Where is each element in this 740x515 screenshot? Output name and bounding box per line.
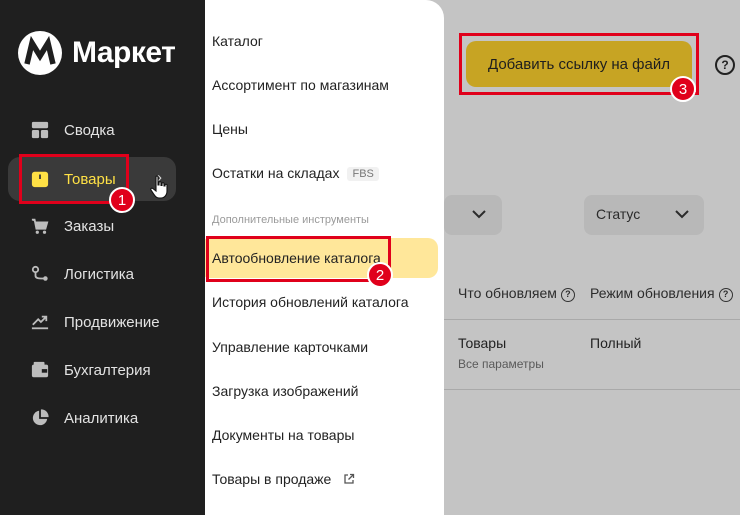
sidebar-item-accounting[interactable]: Бухгалтерия — [8, 348, 176, 392]
dashboard-icon — [30, 120, 50, 140]
sidebar-item-analytics[interactable]: Аналитика — [8, 396, 176, 440]
market-logo-text: Маркет — [72, 36, 176, 69]
hand-cursor-icon — [150, 175, 168, 199]
table-header-divider — [444, 319, 740, 320]
menu-item-catalog[interactable]: Каталог — [212, 33, 263, 49]
menu-item-update-history[interactable]: История обновлений каталога — [212, 294, 409, 310]
market-logo-icon — [18, 31, 62, 75]
external-link-icon — [344, 473, 355, 484]
menu-item-assortment[interactable]: Ассортимент по магазинам — [212, 77, 389, 93]
menu-item-product-docs[interactable]: Документы на товары — [212, 427, 354, 443]
fbs-badge: FBS — [347, 167, 379, 181]
sidebar-item-dashboard[interactable]: Сводка — [8, 108, 176, 152]
menu-item-stocks-label: Остатки на складах — [212, 165, 340, 181]
column-header-what-label: Что обновляем — [458, 285, 557, 301]
annotation-box-add-file — [459, 33, 699, 95]
sidebar-item-promotion[interactable]: Продвижение — [8, 300, 176, 344]
market-logo[interactable]: Маркет — [18, 30, 176, 76]
sidebar-item-label: Бухгалтерия — [64, 361, 151, 379]
menu-item-products-on-sale-label: Товары в продаже — [212, 471, 332, 487]
help-icon[interactable]: ? — [715, 55, 735, 75]
cell-what-sub: Все параметры — [458, 357, 544, 371]
cell-what: Товары — [458, 335, 507, 351]
chart-up-icon — [30, 312, 50, 332]
annotation-box-auto-update — [206, 236, 391, 282]
sidebar-item-label: Продвижение — [64, 313, 160, 331]
cart-icon — [30, 216, 50, 236]
menu-item-image-upload[interactable]: Загрузка изображений — [212, 383, 359, 399]
sidebar: Маркет Сводка Товары › Заказы Логистика … — [0, 0, 205, 515]
column-header-what: Что обновляем? — [458, 285, 575, 302]
menu-item-products-on-sale[interactable]: Товары в продаже — [212, 471, 355, 487]
sidebar-item-label: Заказы — [64, 217, 115, 235]
sidebar-item-orders[interactable]: Заказы — [8, 204, 176, 248]
cell-mode: Полный — [590, 335, 642, 351]
help-icon[interactable]: ? — [718, 288, 733, 302]
chevron-down-icon — [472, 210, 486, 219]
menu-section-title: Дополнительные инструменты — [212, 214, 369, 226]
sidebar-item-label: Аналитика — [64, 409, 139, 427]
status-filter-label: Статус — [596, 206, 641, 222]
column-header-mode: Режим обновления? — [590, 285, 733, 302]
filter-select[interactable] — [444, 195, 502, 235]
table-row-divider — [444, 389, 740, 390]
chevron-down-icon — [675, 210, 689, 219]
column-header-mode-label: Режим обновления — [590, 285, 715, 301]
pie-icon — [30, 408, 50, 428]
sidebar-item-label: Логистика — [64, 265, 135, 283]
wallet-icon — [30, 360, 50, 380]
sidebar-item-label: Сводка — [64, 121, 115, 139]
step-badge-3: 3 — [670, 76, 696, 102]
menu-item-prices[interactable]: Цены — [212, 121, 248, 137]
sidebar-item-logistics[interactable]: Логистика — [8, 252, 176, 296]
menu-item-stocks[interactable]: Остатки на складах FBS — [212, 165, 379, 181]
step-badge-1: 1 — [109, 187, 135, 213]
status-filter-select[interactable]: Статус — [584, 195, 704, 235]
help-icon[interactable]: ? — [560, 288, 575, 302]
route-icon — [30, 264, 50, 284]
menu-item-card-management[interactable]: Управление карточками — [212, 339, 368, 355]
step-badge-2: 2 — [367, 262, 393, 288]
